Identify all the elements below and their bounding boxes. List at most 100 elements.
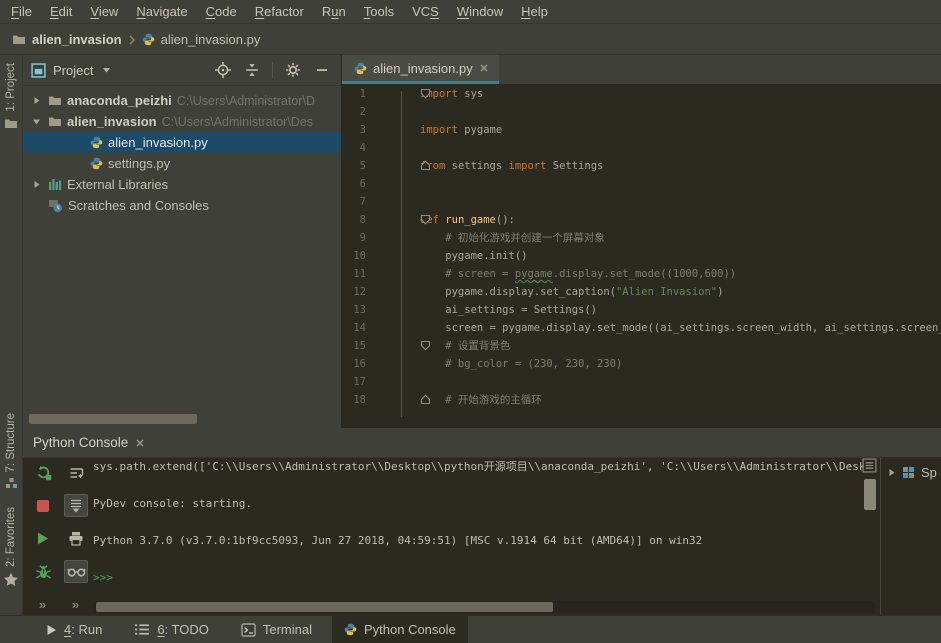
tree-row-scratches-and-consoles[interactable]: Scratches and Consoles [23,195,341,216]
fold-top-icon[interactable] [420,88,431,99]
console-horizontal-scrollbar[interactable] [93,601,875,613]
editor-tab-label: alien_invasion.py [373,61,473,76]
fold-top-icon[interactable] [420,340,431,351]
tree-row-settings-py[interactable]: settings.py [23,153,341,174]
rerun-button[interactable] [31,461,55,484]
tree-row-anaconda-peizhi[interactable]: anaconda_peizhiC:\Users\Administrator\D [23,90,341,111]
arrow-right-icon[interactable] [29,96,43,105]
status-bar: 4: Run 6: TODO Terminal Python Console [0,615,941,643]
console-output[interactable]: sys.path.extend(['C:\\Users\\Administrat… [93,458,863,598]
code-line-5: 5from settings import Settings [342,157,941,175]
menu-item-run[interactable]: Run [313,1,355,22]
stripe-button-favorites[interactable]: 2: Favorites [0,507,22,587]
collapse-all-button[interactable] [241,59,263,81]
menu-item-help[interactable]: Help [512,1,557,22]
statusbar-terminal[interactable]: Terminal [229,616,324,643]
code-line-9: 9 # 初始化游戏并创建一个屏幕对象 [342,229,941,247]
soft-wrap-button[interactable] [64,461,88,484]
folder-icon [12,33,26,46]
line-number: 16 [342,355,366,373]
python-icon [90,157,103,170]
scroll-to-end-button[interactable] [64,494,88,517]
statusbar-label: Terminal [263,622,312,637]
fold-spacer [366,355,420,373]
console-output-line: Python 3.7.0 (v3.7.0:1bf9cc5093, Jun 27 … [93,532,863,551]
breadcrumb-project[interactable]: alien_invasion [32,32,122,47]
console-menu-icon[interactable] [862,458,877,473]
settings-button[interactable] [282,59,304,81]
tree-row-external-libraries[interactable]: External Libraries [23,174,341,195]
tree-item-label: alien_invasion [67,114,157,129]
fold-marker-icon[interactable] [366,85,420,103]
print-button[interactable] [64,527,88,550]
code-text: pygame.init() [420,247,527,265]
console-output-line [93,477,863,496]
statusbar-4-run[interactable]: 4: Run [34,616,114,643]
line-number: 1 [342,85,366,103]
execute-button[interactable] [31,527,55,550]
line-number: 15 [342,337,366,355]
editor-tab-alien-invasion[interactable]: alien_invasion.py [342,55,499,84]
structure-icon [5,477,18,489]
fold-marker-icon[interactable] [366,391,420,409]
breadcrumb-file[interactable]: alien_invasion.py [161,32,261,47]
fold-top-icon[interactable] [420,214,431,225]
show-variables-button[interactable] [64,560,88,583]
stripe-button-structure[interactable]: 7: Structure [0,413,22,489]
code-line-17: 17 [342,373,941,391]
code-text: screen = pygame.display.set_mode((ai_set… [420,319,941,337]
code-line-16: 16 # bg_color = (230, 230, 230) [342,355,941,373]
run-toolbar-overflow-icon[interactable]: » [39,597,47,612]
chevron-right-icon[interactable] [887,468,896,477]
menu-item-view[interactable]: View [81,1,127,22]
fold-marker-icon[interactable] [366,211,420,229]
menu-item-navigate[interactable]: Navigate [127,1,196,22]
close-icon[interactable] [479,63,489,73]
debug-icon [35,564,52,580]
scrollbar-thumb[interactable] [96,602,553,612]
menu-item-file[interactable]: File [2,1,41,22]
tree-item-label: alien_invasion.py [108,135,208,150]
stop-button[interactable] [31,494,55,517]
project-panel-header: Project [23,55,341,86]
hide-panel-button[interactable] [311,59,333,81]
view-toolbar-overflow-icon[interactable]: » [72,597,80,612]
menu-item-edit[interactable]: Edit [41,1,81,22]
menu-bar: FileEditViewNavigateCodeRefactorRunTools… [0,0,941,24]
scratches-icon [48,199,63,213]
statusbar-python-console[interactable]: Python Console [332,616,468,643]
locate-file-button[interactable] [212,59,234,81]
code-editor[interactable]: 1import sys23import pygame45from setting… [342,85,941,426]
arrow-right-icon[interactable] [29,180,43,189]
tree-row-alien-invasion[interactable]: alien_invasionC:\Users\Administrator\Des [23,111,341,132]
fold-spacer [366,139,420,157]
menu-item-tools[interactable]: Tools [355,1,403,22]
debug-button[interactable] [31,560,55,583]
scroll-to-end-icon [68,498,84,514]
fold-bottom-icon[interactable] [420,394,431,405]
fold-spacer [366,319,420,337]
project-horizontal-scrollbar[interactable] [29,414,197,424]
fold-marker-icon[interactable] [366,337,420,355]
tree-row-alien-invasion-py[interactable]: alien_invasion.py [23,132,341,153]
code-line-11: 11 # screen = pygame.display.set_mode((1… [342,265,941,283]
special-variables-row[interactable]: Sp [881,457,941,480]
menu-item-refactor[interactable]: Refactor [246,1,313,22]
project-panel-title[interactable]: Project [53,63,93,78]
fold-marker-icon[interactable] [366,157,420,175]
console-tab[interactable]: Python Console [23,428,155,457]
python-file-icon [142,33,155,46]
fold-bottom-icon[interactable] [420,160,431,171]
console-vertical-scrollbar[interactable] [864,479,876,510]
arrow-down-icon[interactable] [29,117,43,126]
chevron-down-icon[interactable] [102,67,111,73]
code-line-4: 4 [342,139,941,157]
stripe-button-project[interactable]: 1: Project [0,63,22,130]
close-icon[interactable] [135,438,145,448]
show-variables-icon [67,565,86,578]
statusbar-6-todo[interactable]: 6: TODO [122,616,221,643]
console-output-line: PyDev console: starting. [93,495,863,514]
menu-item-vcs[interactable]: VCS [403,1,448,22]
menu-item-window[interactable]: Window [448,1,512,22]
menu-item-code[interactable]: Code [197,1,246,22]
